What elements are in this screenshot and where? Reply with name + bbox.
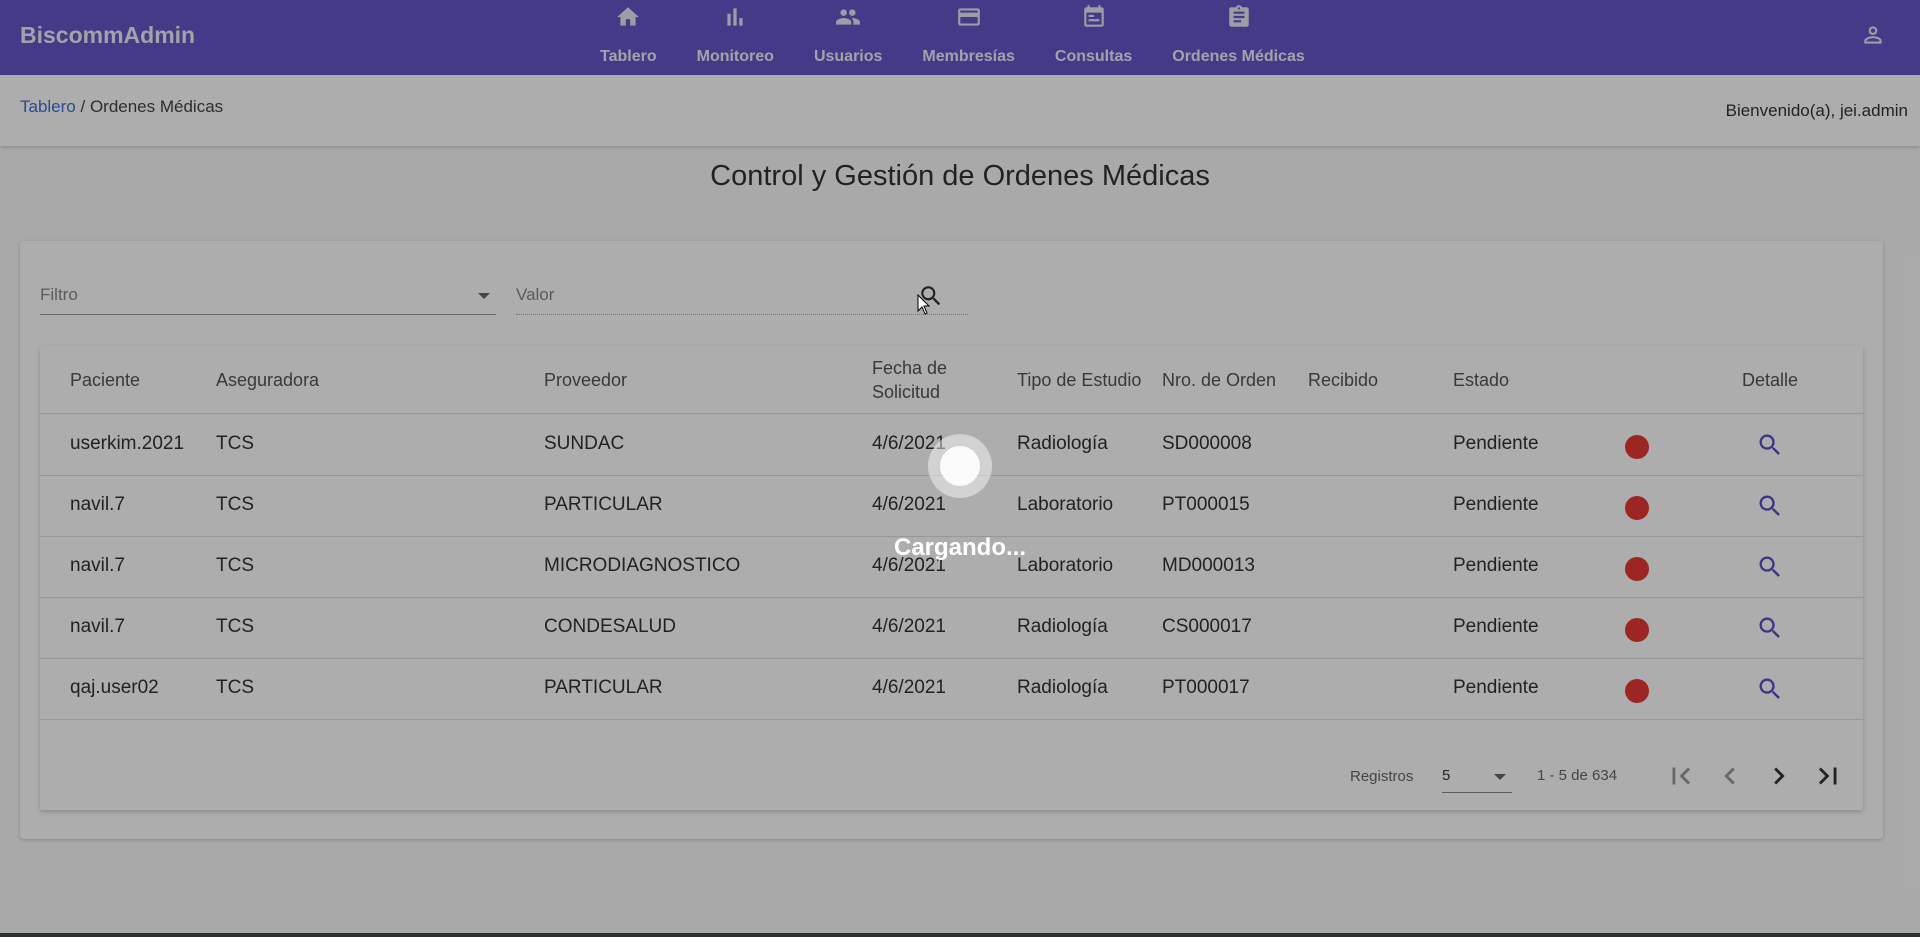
loading-spinner [928,434,992,498]
loading-overlay: Cargando... [0,0,1920,937]
loading-text: Cargando... [893,534,1026,561]
mouse-cursor-icon [917,294,931,315]
